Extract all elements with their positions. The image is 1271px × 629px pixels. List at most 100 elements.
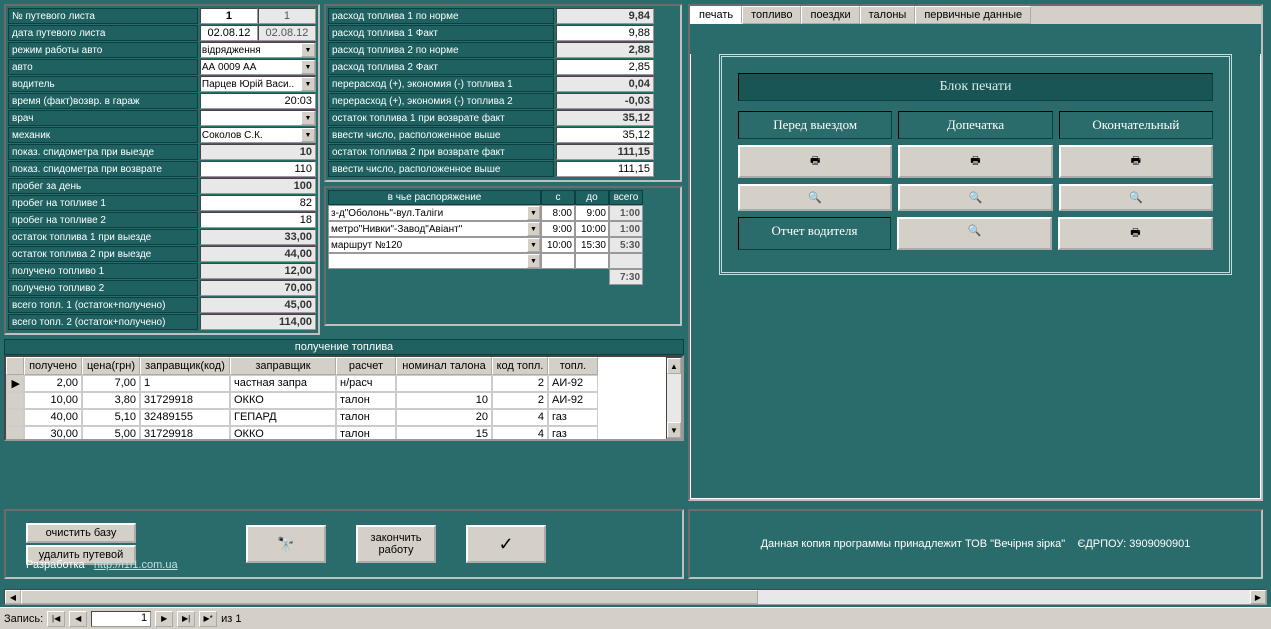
- tab-coupons[interactable]: талоны: [860, 6, 916, 24]
- fuel-calc-cell[interactable]: талон: [336, 392, 396, 409]
- nav-next-button[interactable]: ▶: [155, 611, 173, 627]
- chevron-down-icon[interactable]: ▼: [527, 222, 540, 236]
- fuel-fcode-cell[interactable]: 4: [492, 426, 548, 441]
- fuel-code-cell[interactable]: 31729918: [140, 392, 230, 409]
- fuel-nominal-cell[interactable]: 10: [396, 392, 492, 409]
- fuel-fuel-cell[interactable]: газ: [548, 426, 598, 441]
- fuel-fcode-cell[interactable]: 2: [492, 392, 548, 409]
- fuel-recv-cell[interactable]: 40,00: [24, 409, 82, 426]
- nav-last-button[interactable]: ▶|: [177, 611, 195, 627]
- enter2-input[interactable]: 111,15: [556, 161, 654, 177]
- driver-combo[interactable]: Парцев Юрій Васи..▼: [200, 76, 316, 92]
- scroll-right-icon[interactable]: ▶: [1250, 590, 1266, 604]
- route-to-cell[interactable]: [575, 253, 609, 269]
- row-selector[interactable]: [6, 392, 24, 409]
- scroll-up-icon[interactable]: ▲: [667, 358, 681, 374]
- fuel-fcode-cell[interactable]: 4: [492, 409, 548, 426]
- preview-final-button[interactable]: 🔍: [1059, 184, 1213, 211]
- fuel-row[interactable]: 40,005,1032489155ГЕПАРДталон204газ: [6, 409, 666, 426]
- route-to-cell[interactable]: 9:00: [575, 205, 609, 221]
- fuel-name-cell[interactable]: ОККО: [230, 392, 336, 409]
- fuel-col-recv[interactable]: получено: [24, 357, 82, 375]
- horizontal-scrollbar[interactable]: ◀ ▶: [4, 589, 1267, 605]
- route-from-cell[interactable]: 9:00: [541, 221, 575, 237]
- fuel-price-cell[interactable]: 7,00: [82, 375, 140, 392]
- waybill-no-input[interactable]: 1: [200, 8, 258, 24]
- fuel-calc-cell[interactable]: талон: [336, 426, 396, 441]
- route-to-cell[interactable]: 10:00: [575, 221, 609, 237]
- route-dest-cell[interactable]: метро"Нивки"-Завод"Авіант"▼: [328, 221, 541, 237]
- cons2-fact-input[interactable]: 2,85: [556, 59, 654, 75]
- fuel-scrollbar[interactable]: ▲ ▼: [666, 357, 682, 439]
- tab-print[interactable]: печать: [690, 6, 742, 24]
- fuel-recv-cell[interactable]: 2,00: [24, 375, 82, 392]
- fuel-name-cell[interactable]: частная запра: [230, 375, 336, 392]
- fuel-fuel-cell[interactable]: газ: [548, 409, 598, 426]
- tab-primary-data[interactable]: первичные данные: [915, 6, 1031, 24]
- row-selector[interactable]: ▶: [6, 375, 24, 392]
- chevron-down-icon[interactable]: ▼: [527, 254, 540, 268]
- fuel-fuel-cell[interactable]: АИ-92: [548, 392, 598, 409]
- chevron-down-icon[interactable]: ▼: [301, 60, 315, 74]
- route-row[interactable]: з-д"Оболонь"-вул.Таліги▼8:009:001:00: [328, 205, 678, 221]
- route-dest-cell[interactable]: з-д"Оболонь"-вул.Таліги▼: [328, 205, 541, 221]
- driver-report-preview-button[interactable]: 🔍: [897, 217, 1052, 250]
- route-from-cell[interactable]: [541, 253, 575, 269]
- fuel-price-cell[interactable]: 5,00: [82, 426, 140, 441]
- fuel-row[interactable]: ▶2,007,001частная запран/расч2АИ-92: [6, 375, 666, 392]
- fuel-nominal-cell[interactable]: [396, 375, 492, 392]
- fuel-col-fuel[interactable]: топл.: [548, 357, 598, 375]
- fuel-fuel-cell[interactable]: АИ-92: [548, 375, 598, 392]
- fuel-col-code[interactable]: заправщик(код): [140, 357, 230, 375]
- fuel-col-name[interactable]: заправщик: [230, 357, 336, 375]
- fuel-col-price[interactable]: цена(грн): [82, 357, 140, 375]
- run-fuel2-input[interactable]: 18: [200, 212, 316, 228]
- fuel-code-cell[interactable]: 32489155: [140, 409, 230, 426]
- chevron-down-icon[interactable]: ▼: [301, 128, 315, 142]
- fuel-recv-cell[interactable]: 30,00: [24, 426, 82, 441]
- row-selector[interactable]: [6, 409, 24, 426]
- fuel-code-cell[interactable]: 31729918: [140, 426, 230, 441]
- nav-prev-button[interactable]: ◀: [69, 611, 87, 627]
- chevron-down-icon[interactable]: ▼: [301, 77, 315, 91]
- chevron-down-icon[interactable]: ▼: [527, 238, 540, 252]
- nav-first-button[interactable]: |◀: [47, 611, 65, 627]
- scroll-thumb[interactable]: [21, 590, 758, 604]
- odo-in-input[interactable]: 110: [200, 161, 316, 177]
- fuel-nominal-cell[interactable]: 15: [396, 426, 492, 441]
- fuel-calc-cell[interactable]: талон: [336, 409, 396, 426]
- row-selector[interactable]: [6, 426, 24, 441]
- driver-report-print-button[interactable]: 🖶: [1058, 217, 1213, 250]
- chevron-down-icon[interactable]: ▼: [301, 43, 315, 57]
- print-addl-button[interactable]: 🖶: [898, 145, 1052, 178]
- tab-trips[interactable]: поездки: [801, 6, 859, 24]
- scroll-down-icon[interactable]: ▼: [667, 422, 681, 438]
- route-from-cell[interactable]: 8:00: [541, 205, 575, 221]
- print-before-button[interactable]: 🖶: [738, 145, 892, 178]
- fuel-price-cell[interactable]: 5,10: [82, 409, 140, 426]
- route-to-cell[interactable]: 15:30: [575, 237, 609, 253]
- scroll-left-icon[interactable]: ◀: [5, 590, 21, 604]
- fuel-price-cell[interactable]: 3,80: [82, 392, 140, 409]
- print-final-button[interactable]: 🖶: [1059, 145, 1213, 178]
- fuel-row[interactable]: 30,005,0031729918ОККОталон154газ: [6, 426, 666, 441]
- fuel-col-calc[interactable]: расчет: [336, 357, 396, 375]
- fuel-row[interactable]: 10,003,8031729918ОККОталон102АИ-92: [6, 392, 666, 409]
- route-row[interactable]: метро"Нивки"-Завод"Авіант"▼9:0010:001:00: [328, 221, 678, 237]
- preview-before-button[interactable]: 🔍: [738, 184, 892, 211]
- route-dest-cell[interactable]: ▼: [328, 253, 541, 269]
- fuel-name-cell[interactable]: ОККО: [230, 426, 336, 441]
- route-from-cell[interactable]: 10:00: [541, 237, 575, 253]
- fuel-col-fcode[interactable]: код топл.: [492, 357, 548, 375]
- dev-url-link[interactable]: http://l1l1.com.ua: [94, 559, 178, 571]
- fuel-recv-cell[interactable]: 10,00: [24, 392, 82, 409]
- fuel-calc-cell[interactable]: н/расч: [336, 375, 396, 392]
- finish-work-button[interactable]: закончитьработу: [356, 525, 436, 563]
- doctor-combo[interactable]: ▼: [200, 110, 316, 126]
- record-number-input[interactable]: 1: [91, 611, 151, 627]
- fuel-col-nominal[interactable]: номинал талона: [396, 357, 492, 375]
- route-dest-cell[interactable]: маршрут №120▼: [328, 237, 541, 253]
- nav-new-button[interactable]: ▶*: [199, 611, 217, 627]
- work-mode-combo[interactable]: відрядження▼: [200, 42, 316, 58]
- fuel-name-cell[interactable]: ГЕПАРД: [230, 409, 336, 426]
